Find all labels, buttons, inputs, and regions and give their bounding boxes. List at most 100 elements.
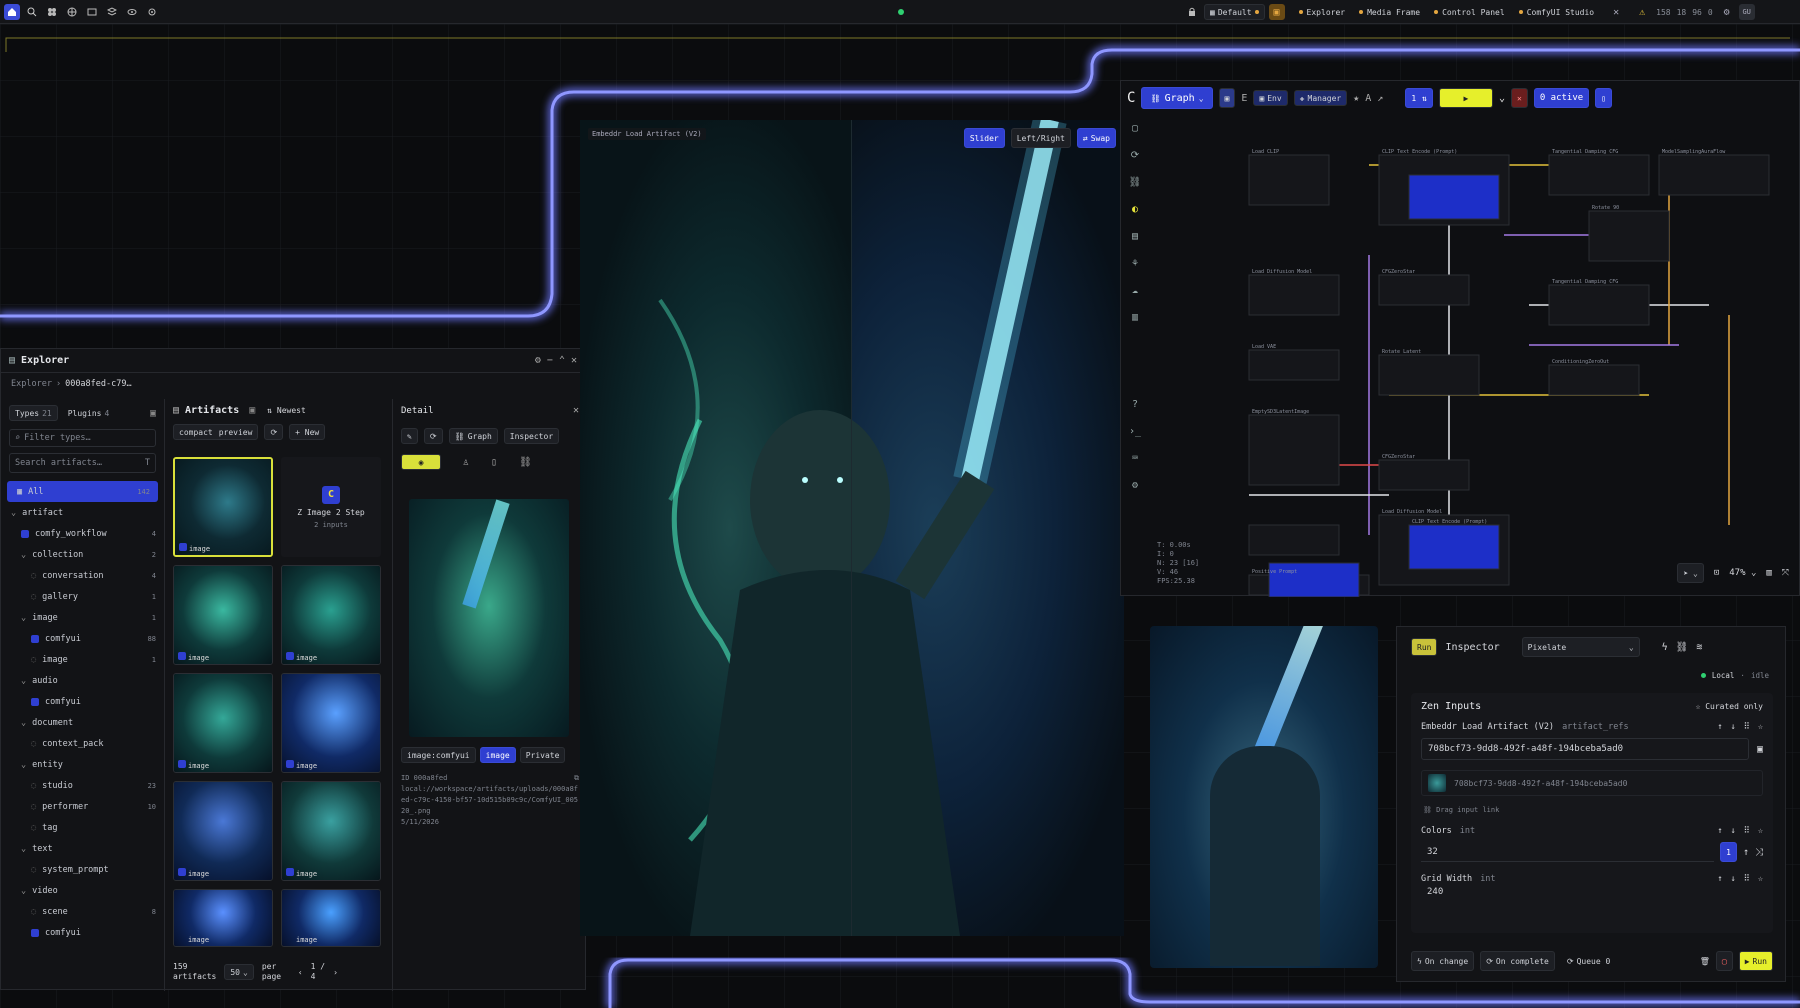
link-visibility-icon[interactable]: ⤧ <box>1782 568 1789 578</box>
detail-inspector-button[interactable]: Inspector <box>503 428 560 444</box>
close-icon[interactable]: ✕ <box>573 405 579 416</box>
cloud-icon[interactable]: ☁ <box>1132 285 1138 296</box>
left-right-mode-button[interactable]: Left/Right <box>1010 128 1071 148</box>
node-icon[interactable]: ⛓ <box>1129 177 1142 188</box>
comfy-logo-icon[interactable]: C <box>1127 90 1135 106</box>
detail-graph-button[interactable]: ⛓ Graph <box>448 428 498 444</box>
drag-handle-icon[interactable]: ⠿ <box>1744 874 1750 884</box>
artifact-thumb[interactable]: image <box>173 889 273 947</box>
move-up-icon[interactable]: ↑ <box>1717 722 1722 732</box>
artifact-thumb[interactable]: image <box>173 565 273 665</box>
type-tree-item[interactable]: ◌ studio 23 <box>1 775 164 796</box>
sort-select[interactable]: ⇅ Newest <box>267 406 306 415</box>
help-icon[interactable]: ? <box>1132 399 1138 410</box>
chevron-down-icon[interactable]: ⌄ <box>21 886 26 896</box>
copy-icon[interactable]: ⧉ <box>574 773 579 784</box>
chevron-down-icon[interactable]: ⌄ <box>21 613 26 623</box>
palette-icon[interactable]: ◐ <box>1132 204 1138 215</box>
chevron-down-icon[interactable]: ⌄ <box>21 760 26 770</box>
layers-icon[interactable] <box>104 4 120 20</box>
type-tree-item[interactable]: ◌ performer 10 <box>1 796 164 817</box>
refresh-button[interactable]: ⟳ <box>423 428 443 444</box>
active-jobs-button[interactable]: 0 active <box>1533 88 1590 108</box>
on-change-button[interactable]: ϟ On change <box>1411 951 1475 971</box>
artifact-thumb[interactable]: image <box>281 781 381 881</box>
text-filter-icon[interactable]: T <box>145 458 150 468</box>
link-media-frame[interactable]: Media Frame <box>1359 8 1420 17</box>
minimize-icon[interactable]: − <box>547 355 553 366</box>
eye-icon[interactable] <box>124 4 140 20</box>
settings-icon[interactable]: ⚙ <box>1132 480 1138 491</box>
star-icon[interactable]: ☆ <box>1758 826 1763 836</box>
home-icon[interactable] <box>4 3 20 20</box>
filter-types-input[interactable]: ⌕ Filter types… <box>9 429 156 447</box>
sidebar-toggle[interactable]: ▯ <box>1595 88 1613 108</box>
move-down-icon[interactable]: ↓ <box>1731 826 1736 836</box>
type-tree-item[interactable]: ◌ context_pack <box>1 733 164 754</box>
artifact-ref-input[interactable]: 708bcf73-9dd8-492f-a48f-194bceba5ad0 <box>1421 738 1749 760</box>
settings-icon[interactable]: ⚙ <box>1719 4 1735 20</box>
tag-chip[interactable]: image:comfyui <box>401 747 476 763</box>
settings-icon[interactable]: ⚙ <box>535 355 541 366</box>
fit-view-icon[interactable]: ⊡ <box>1714 568 1719 578</box>
star-icon[interactable]: ☆ <box>1758 874 1763 884</box>
image-icon[interactable] <box>84 4 100 20</box>
link-icon[interactable]: ⛓ <box>1676 642 1689 653</box>
on-complete-button[interactable]: ⟳ On complete <box>1480 951 1555 971</box>
type-tree-item[interactable]: ⌄ document <box>1 712 164 733</box>
artifact-thumb[interactable]: image <box>281 673 381 773</box>
star-icon[interactable]: ★ <box>1353 93 1359 104</box>
artifact-ref-chip[interactable]: 708bcf73-9dd8-492f-a48f-194bceba5ad0 <box>1421 770 1763 796</box>
share-icon[interactable]: ↗ <box>1377 93 1383 104</box>
layout-icon[interactable]: ▣ <box>249 405 255 416</box>
type-tree-item[interactable]: ⌄ audio <box>1 670 164 691</box>
type-tree-item[interactable]: ◌ tag <box>1 817 164 838</box>
image-picker-icon[interactable]: ▣ <box>1757 744 1763 755</box>
drag-handle-icon[interactable]: ⠿ <box>1744 826 1750 836</box>
type-tree-item[interactable]: comfy_workflow 4 <box>1 523 164 544</box>
queue-count-stepper[interactable]: 1 ⇅ <box>1405 88 1433 108</box>
minimap-icon[interactable]: ▥ <box>1766 568 1771 578</box>
env-button[interactable]: ▣ Env <box>1253 90 1288 106</box>
run-chip[interactable]: Run <box>1411 638 1438 656</box>
type-tree-item[interactable]: comfyui <box>1 691 164 712</box>
chevron-down-icon[interactable]: ⌄ <box>21 550 26 560</box>
plugins-tab[interactable]: Plugins 4 <box>62 405 116 421</box>
apps-icon[interactable] <box>44 4 60 20</box>
move-up-icon[interactable]: ↑ <box>1717 826 1722 836</box>
refresh-icon[interactable]: ⟳ <box>1131 150 1139 161</box>
lock-icon[interactable] <box>1184 4 1200 20</box>
pointer-tool[interactable]: ➤ ⌄ <box>1677 563 1704 583</box>
grid-width-input[interactable]: 240 <box>1421 887 1763 897</box>
tree-icon[interactable]: ⚘ <box>1132 258 1138 269</box>
link-explorer[interactable]: Explorer <box>1298 8 1345 17</box>
graph-canvas[interactable]: Load CLIP CLIP Text Encode (Prompt) Tangen… <box>1149 115 1800 597</box>
colors-input[interactable]: 32 <box>1421 842 1715 862</box>
box-icon[interactable]: ▥ <box>1132 312 1138 323</box>
link-comfyui-studio[interactable]: ComfyUI Studio <box>1518 8 1594 17</box>
types-tab[interactable]: Types 21 <box>9 405 58 421</box>
visibility-chip[interactable]: Private <box>519 747 566 763</box>
document-icon[interactable]: ▯ <box>491 457 497 468</box>
move-up-icon[interactable]: ↑ <box>1717 874 1722 884</box>
type-tree-item[interactable]: ▦ All 142 <box>7 481 158 502</box>
increment-icon[interactable]: ↑ <box>1743 847 1749 858</box>
type-tree-item[interactable]: ⌄ video <box>1 880 164 901</box>
editor-icon[interactable]: E <box>1241 93 1247 104</box>
type-tree-item[interactable]: ⌄ image 1 <box>1 607 164 628</box>
warning-icon[interactable]: ⚠ <box>1634 4 1650 20</box>
panel-toggle-icon[interactable]: ▣ <box>150 408 156 419</box>
type-tree-item[interactable]: ◌ image 1 <box>1 649 164 670</box>
type-tree-item[interactable]: comfyui 88 <box>1 628 164 649</box>
randomize-icon[interactable]: ⤨ <box>1755 847 1763 858</box>
template-icon[interactable]: ▤ <box>1132 231 1138 242</box>
artifact-thumb[interactable]: image <box>173 457 273 557</box>
compact-preview-toggle[interactable]: compact preview <box>173 424 259 440</box>
image-icon[interactable]: ▢ <box>1132 123 1138 134</box>
workspace-select[interactable]: ▦ Default <box>1204 4 1265 20</box>
chevron-down-icon[interactable]: ⌄ <box>21 718 26 728</box>
zoom-level[interactable]: 47% ⌄ <box>1729 568 1756 578</box>
artifact-thumb[interactable]: image <box>281 565 381 665</box>
artifact-thumb[interactable]: image <box>173 781 273 881</box>
move-down-icon[interactable]: ↓ <box>1731 722 1736 732</box>
